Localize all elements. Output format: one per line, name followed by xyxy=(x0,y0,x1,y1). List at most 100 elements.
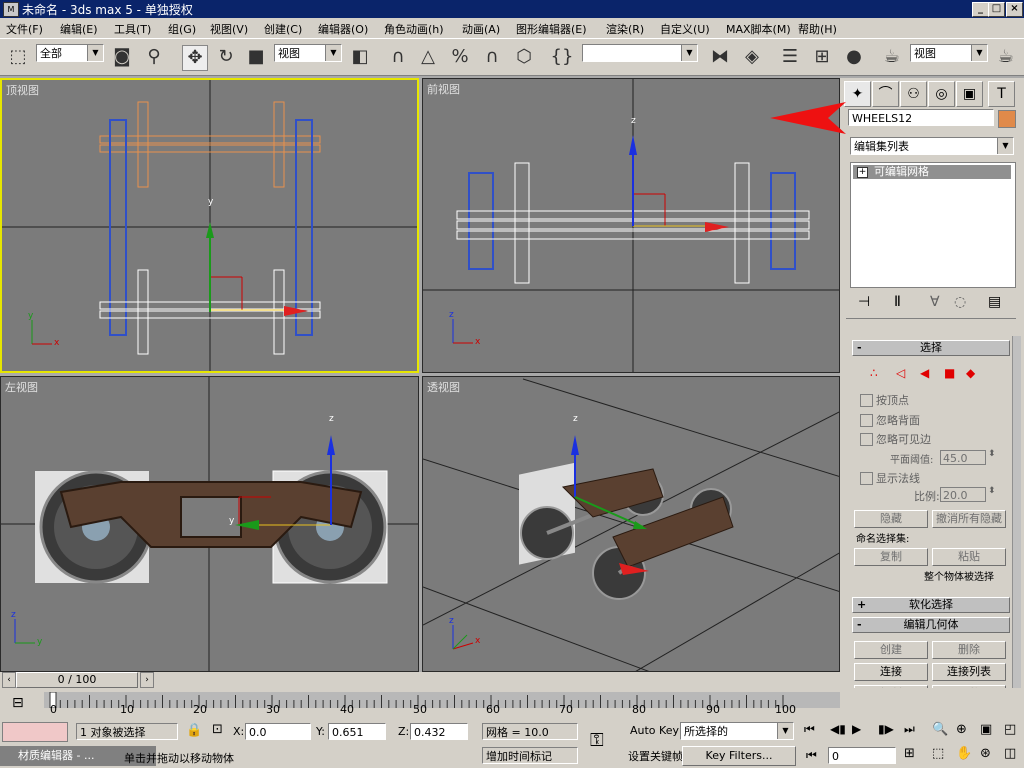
menu-tools[interactable]: 工具(T) xyxy=(114,21,151,37)
key-icon[interactable]: ⚿ xyxy=(590,730,604,751)
show-end-result-icon[interactable]: Ⅱ xyxy=(894,294,901,310)
polygon-level-icon[interactable]: ■ xyxy=(944,366,955,380)
stack-item[interactable]: + 可编辑网格 xyxy=(853,165,1011,179)
time-config-icon[interactable]: ⊞ xyxy=(904,746,915,761)
zoom-extents-icon[interactable]: ▣ xyxy=(980,722,992,737)
menu-graph-editors[interactable]: 图形编辑器(E) xyxy=(516,21,587,37)
maximize-button[interactable]: □ xyxy=(988,2,1005,17)
key-mode-icon[interactable]: ⏮ xyxy=(806,748,817,763)
reference-coord-combo[interactable]: 视图 ▼ xyxy=(274,44,342,62)
select-and-move-icon[interactable]: ✥ xyxy=(182,45,208,71)
set-key-button[interactable]: 设置关键帧 xyxy=(628,748,683,764)
render-view-combo[interactable]: 视图 ▼ xyxy=(910,44,988,62)
tab-utilities-icon[interactable]: T xyxy=(988,81,1015,107)
arc-rotate-icon[interactable]: ⊛ xyxy=(980,746,991,761)
scale-icon[interactable]: ■ xyxy=(244,45,268,69)
current-frame-field[interactable]: 0 xyxy=(828,747,896,764)
make-unique-icon[interactable]: ∀ xyxy=(930,294,940,310)
pivot-center-icon[interactable]: ◧ xyxy=(348,45,372,69)
create-button[interactable]: 创建 xyxy=(854,641,928,659)
viewport-perspective[interactable]: 透视图 z z x xyxy=(422,376,840,672)
selection-filter-combo[interactable]: 全部 ▼ xyxy=(36,44,104,62)
menu-edit[interactable]: 编辑(E) xyxy=(60,21,98,37)
lock-selection-icon[interactable]: 🔒 xyxy=(186,723,202,738)
select-object-icon[interactable]: ⬚ xyxy=(6,45,30,69)
remove-modifier-icon[interactable]: ◌ xyxy=(954,294,966,310)
show-normals-checkbox[interactable] xyxy=(860,472,873,485)
align-icon[interactable]: ◈ xyxy=(740,45,764,69)
ignore-backface-checkbox[interactable] xyxy=(860,414,873,427)
delete-button[interactable]: 删除 xyxy=(932,641,1006,659)
menu-group[interactable]: 组(G) xyxy=(168,21,196,37)
pan-icon[interactable]: ✋ xyxy=(956,746,972,761)
play-icon[interactable]: ▶ xyxy=(852,722,861,736)
select-link-icon[interactable]: ⚲ xyxy=(142,45,166,69)
named-selection-combo[interactable]: ▼ xyxy=(582,44,698,62)
menu-customize[interactable]: 自定义(U) xyxy=(660,21,710,37)
tab-modify-icon[interactable]: ⌒ xyxy=(872,81,899,107)
menu-file[interactable]: 文件(F) xyxy=(6,21,43,37)
zoom-icon[interactable]: 🔍 xyxy=(932,722,948,737)
menu-create[interactable]: 创建(C) xyxy=(264,21,302,37)
menu-help[interactable]: 帮助(H) xyxy=(798,21,837,37)
mini-curve-editor-icon[interactable]: ⊟ xyxy=(12,695,34,713)
track-view-icon[interactable]: ☰ xyxy=(778,45,802,69)
viewport-top[interactable]: 顶视图 y y x xyxy=(0,78,419,373)
zoom-extents-all-icon[interactable]: ◰ xyxy=(1004,722,1016,737)
pin-stack-icon[interactable]: ⊣ xyxy=(858,294,870,310)
modifier-list-combo[interactable]: 编辑集列表 ▼ xyxy=(850,137,1014,155)
auto-key-button[interactable]: Auto Key xyxy=(630,724,679,737)
expand-plus-icon[interactable]: + xyxy=(857,167,868,178)
add-time-tag-button[interactable]: 增加时间标记 xyxy=(482,747,578,764)
named-sel-icon[interactable]: ⬡ xyxy=(512,45,536,69)
panel-scrollbar[interactable] xyxy=(1012,336,1021,706)
region-zoom-icon[interactable]: ⬚ xyxy=(932,746,944,761)
edit-named-sel-icon[interactable]: {} xyxy=(550,45,574,69)
viewport-left[interactable]: 左视图 z y z y xyxy=(0,376,419,672)
select-by-region-icon[interactable]: ◙ xyxy=(110,45,134,69)
attach-button[interactable]: 连接 xyxy=(854,663,928,681)
tab-display-icon[interactable]: ▣ xyxy=(956,81,983,107)
spinner-snap-icon[interactable]: ∩ xyxy=(480,45,504,69)
minimize-button[interactable]: _ xyxy=(972,2,989,17)
schematic-view-icon[interactable]: ⊞ xyxy=(810,45,834,69)
tab-hierarchy-icon[interactable]: ⚇ xyxy=(900,81,927,107)
key-filters-button[interactable]: Key Filters... xyxy=(682,746,796,766)
absolute-mode-icon[interactable]: ⊡ xyxy=(212,722,223,737)
attach-list-button[interactable]: 连接列表 xyxy=(932,663,1006,681)
zoom-all-icon[interactable]: ⊕ xyxy=(956,722,967,737)
configure-sets-icon[interactable]: ▤ xyxy=(988,294,1001,310)
planar-threshold-spin-arrows[interactable]: ⬍ xyxy=(988,449,996,459)
maxscript-listener-mini[interactable] xyxy=(2,722,68,742)
paste-button[interactable]: 粘贴 xyxy=(932,548,1006,566)
percent-snap-icon[interactable]: % xyxy=(448,45,472,69)
scale-spinner[interactable]: 20.0 xyxy=(940,487,986,502)
goto-end-icon[interactable]: ⏭ xyxy=(904,722,915,737)
vertex-level-icon[interactable]: ∴ xyxy=(870,366,878,380)
object-name-field[interactable]: WHEELS12 xyxy=(848,109,994,126)
y-coordinate-field[interactable]: 0.651 xyxy=(328,723,386,740)
copy-button[interactable]: 复制 xyxy=(854,548,928,566)
ignore-visible-edges-checkbox[interactable] xyxy=(860,433,873,446)
menu-rendering[interactable]: 渲染(R) xyxy=(606,21,644,37)
scale-spin-arrows[interactable]: ⬍ xyxy=(988,486,996,496)
element-level-icon[interactable]: ◆ xyxy=(966,366,975,380)
menu-character[interactable]: 角色动画(h) xyxy=(384,21,444,37)
object-color-swatch[interactable] xyxy=(998,110,1016,128)
next-frame-icon[interactable]: ▮▶ xyxy=(878,722,894,736)
selected-combo[interactable]: 所选择的 ▼ xyxy=(680,722,794,740)
rotate-icon[interactable]: ↻ xyxy=(214,45,238,69)
snap-3d-icon[interactable]: ∩ xyxy=(386,45,410,69)
track-bar[interactable] xyxy=(44,692,840,708)
x-coordinate-field[interactable]: 0.0 xyxy=(245,723,311,740)
render-scene-icon[interactable]: ☕ xyxy=(880,45,904,69)
angle-snap-icon[interactable]: △ xyxy=(416,45,440,69)
prev-frame-icon[interactable]: ◀▮ xyxy=(830,722,846,736)
face-level-icon[interactable]: ◀ xyxy=(920,366,929,380)
menu-modifiers[interactable]: 编辑器(O) xyxy=(318,21,368,37)
goto-start-icon[interactable]: ⏮ xyxy=(804,722,815,737)
menu-animation[interactable]: 动画(A) xyxy=(462,21,500,37)
z-coordinate-field[interactable]: 0.432 xyxy=(410,723,468,740)
planar-threshold-spinner[interactable]: 45.0 xyxy=(940,450,986,465)
rollout-edit-geometry[interactable]: - 编辑几何体 xyxy=(852,617,1010,633)
